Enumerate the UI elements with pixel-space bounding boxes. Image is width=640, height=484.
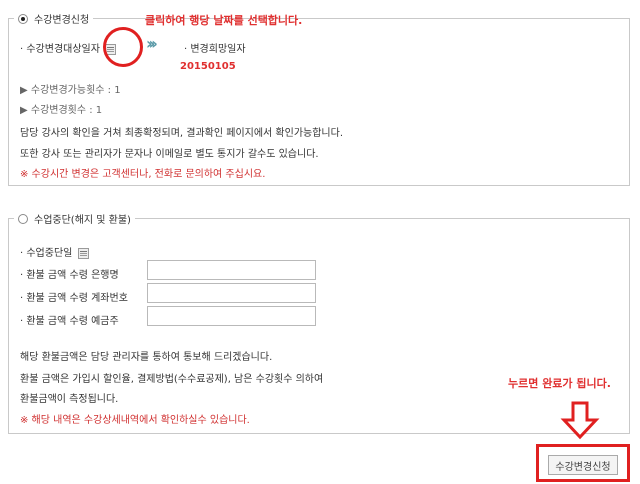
selected-date-value: 20150105 [180, 61, 236, 72]
change-request-legend-label: 수강변경신청 [34, 15, 90, 26]
change-request-radio[interactable] [18, 13, 28, 24]
chevron-arrows-icon: ››› [146, 34, 158, 53]
account-number-input[interactable] [147, 283, 316, 303]
change-notice: ※ 수강시간 변경은 고객센터나, 전화로 문의하여 주십시요. [20, 169, 266, 180]
highlight-circle [103, 27, 143, 67]
account-holder-label: · 환불 금액 수령 예금주 [20, 316, 119, 327]
refund-description-3: 환불금액이 측정됩니다. [20, 394, 119, 405]
change-count: ▶ 수강변경횟수 : 1 [20, 105, 103, 116]
bank-name-input[interactable] [147, 260, 316, 280]
refund-notice: ※ 해당 내역은 수강상세내역에서 확인하실수 있습니다. [20, 415, 250, 426]
down-arrow-icon [560, 400, 600, 440]
desired-date-label: · 변경희망일자 [184, 44, 246, 55]
change-description-2: 또한 강사 또는 관리자가 문자나 이메일로 별도 통지가 갈수도 있습니다. [20, 149, 319, 160]
account-holder-input[interactable] [147, 306, 316, 326]
stop-date-label: · 수업중단일 [20, 248, 73, 259]
change-description-1: 담당 강사의 확인을 거쳐 최종확정되며, 결과확인 페이지에서 확인가능합니다… [20, 128, 344, 139]
click-hint-annotation: 클릭하여 행당 날짜를 선택합니다. [145, 14, 303, 27]
available-count: ▶ 수강변경가능횟수 : 1 [20, 85, 121, 96]
account-number-label: · 환불 금액 수령 계좌번호 [20, 293, 128, 304]
change-request-legend[interactable]: 수강변경신청 [14, 11, 94, 26]
submit-change-button[interactable]: 수강변경신청 [548, 455, 618, 475]
stop-date-row: · 수업중단일 [20, 244, 89, 259]
refund-description-2: 환불 금액은 가입시 할인율, 결제방법(수수료공제), 남은 수강횟수 의하여 [20, 374, 324, 385]
calendar-icon[interactable] [77, 247, 89, 259]
cancel-legend[interactable]: 수업중단(해지 및 환불) [14, 211, 135, 226]
refund-description-1: 해당 환불금액은 담당 관리자를 통하여 통보해 드리겠습니다. [20, 352, 273, 363]
target-date-row: · 수강변경대상일자 [20, 40, 117, 55]
bank-name-label: · 환불 금액 수령 은행명 [20, 270, 119, 281]
target-date-label: · 수강변경대상일자 [20, 44, 100, 55]
cancel-legend-label: 수업중단(해지 및 환불) [34, 215, 131, 226]
press-hint-annotation: 누르면 완료가 됩니다. [508, 377, 611, 390]
cancel-radio[interactable] [18, 213, 28, 224]
